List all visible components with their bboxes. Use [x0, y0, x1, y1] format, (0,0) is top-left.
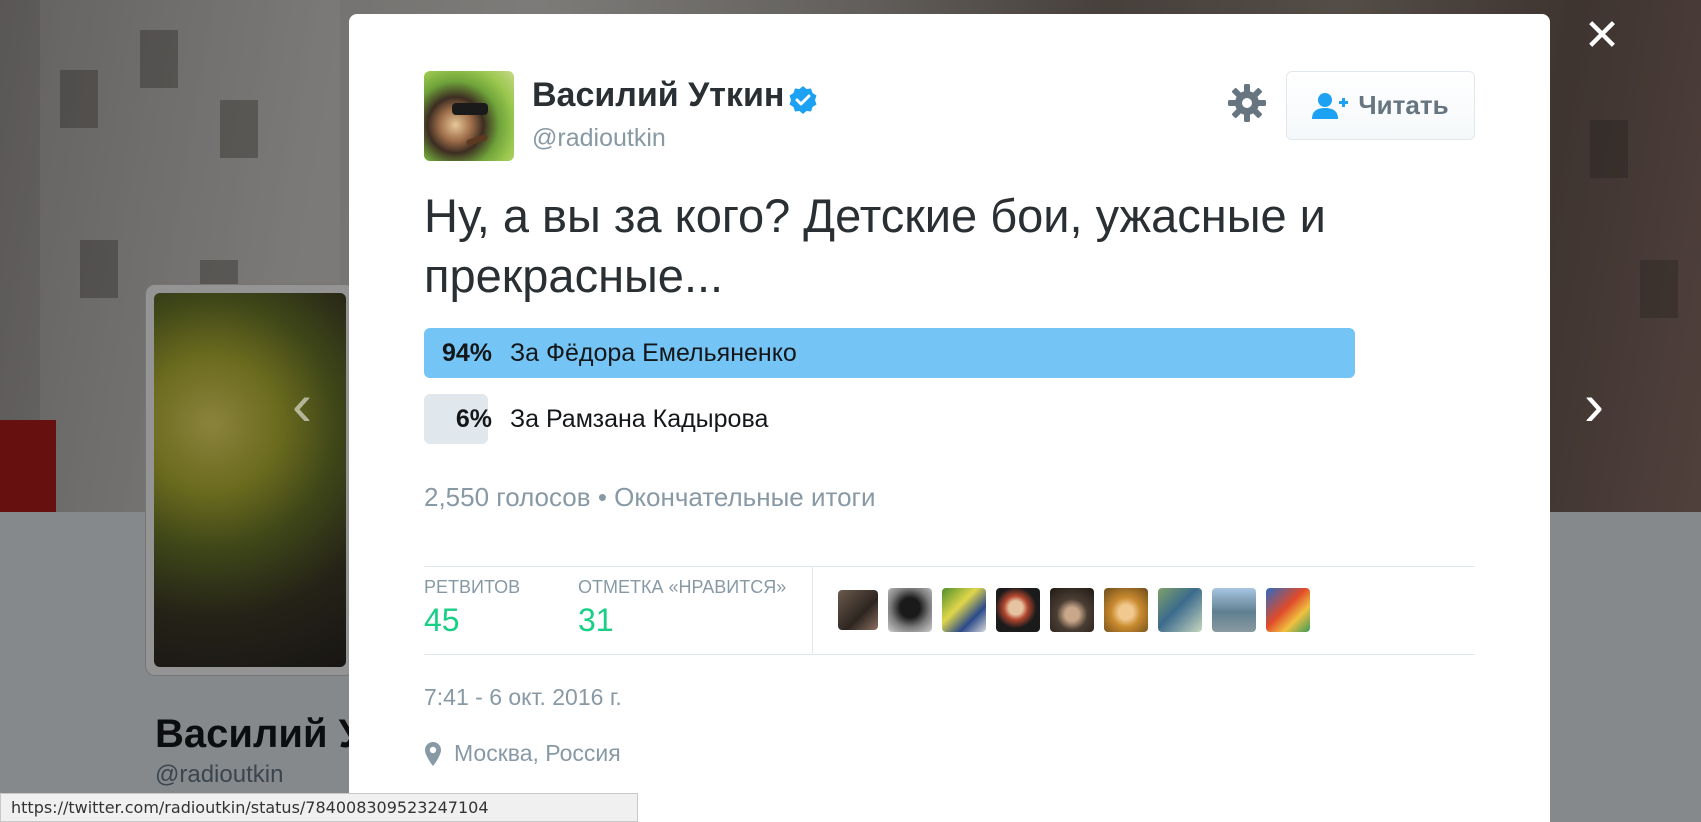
- liker-avatar[interactable]: [838, 590, 878, 630]
- chevron-right-icon[interactable]: ›: [1574, 375, 1614, 435]
- liker-avatar[interactable]: [996, 588, 1040, 632]
- retweet-stat-label: РЕТВИТОВ: [424, 577, 521, 597]
- poll-option-label: За Фёдора Емельяненко: [510, 339, 797, 367]
- retweet-stat[interactable]: РЕТВИТОВ 45: [424, 577, 520, 639]
- liker-avatar[interactable]: [1050, 588, 1094, 632]
- like-stat-label: ОТМЕТКА «НРАВИТСЯ»: [578, 577, 787, 597]
- author-handle[interactable]: @radioutkin: [532, 124, 666, 153]
- gear-icon[interactable]: [1227, 83, 1267, 123]
- tweet-modal: Василий Уткин @radioutkin Читать Ну, а в…: [349, 14, 1550, 822]
- liker-avatar[interactable]: [1158, 588, 1202, 632]
- follow-button[interactable]: Читать: [1286, 71, 1475, 140]
- verified-badge-icon: [789, 86, 817, 114]
- like-stat[interactable]: ОТМЕТКА «НРАВИТСЯ» 31: [578, 577, 786, 639]
- retweet-stat-value: 45: [424, 602, 460, 638]
- follow-user-icon: [1312, 92, 1349, 119]
- liker-avatars: [838, 588, 1310, 632]
- tweet-stats: РЕТВИТОВ 45 ОТМЕТКА «НРАВИТСЯ» 31: [424, 566, 1475, 655]
- poll-option-percent: 94%: [441, 339, 492, 367]
- close-icon[interactable]: ✕: [1580, 14, 1624, 60]
- author-name[interactable]: Василий Уткин: [532, 76, 784, 115]
- map-pin-icon: [425, 741, 441, 766]
- browser-status-url: https://twitter.com/radioutkin/status/78…: [0, 793, 638, 822]
- liker-avatar[interactable]: [1104, 588, 1148, 632]
- poll-vote-count: 2,550 голосов: [424, 482, 591, 512]
- poll-option-percent: 6%: [455, 405, 492, 433]
- poll-option: 6% За Рамзана Кадырова: [424, 394, 1414, 444]
- like-stat-value: 31: [578, 602, 614, 638]
- poll-separator: •: [597, 482, 607, 512]
- liker-avatar[interactable]: [942, 588, 986, 632]
- poll-status: Окончательные итоги: [614, 482, 876, 512]
- author-avatar[interactable]: [424, 71, 514, 161]
- poll-option-label: За Рамзана Кадырова: [510, 405, 769, 433]
- liker-avatar[interactable]: [1212, 588, 1256, 632]
- poll-meta: 2,550 голосов • Окончательные итоги: [424, 482, 876, 513]
- liker-avatar[interactable]: [1266, 588, 1310, 632]
- poll-option: 94% За Фёдора Емельяненко: [424, 328, 1414, 378]
- liker-avatar[interactable]: [888, 588, 932, 632]
- stats-divider: [812, 567, 813, 655]
- tweet-location[interactable]: Москва, Россия: [424, 740, 621, 767]
- follow-button-label: Читать: [1358, 90, 1449, 120]
- tweet-text: Ну, а вы за кого? Детские бои, ужасные и…: [424, 189, 1326, 302]
- chevron-left-icon[interactable]: ‹: [282, 375, 322, 435]
- tweet-timestamp[interactable]: 7:41 - 6 окт. 2016 г.: [424, 684, 622, 711]
- tweet-location-label: Москва, Россия: [454, 740, 621, 766]
